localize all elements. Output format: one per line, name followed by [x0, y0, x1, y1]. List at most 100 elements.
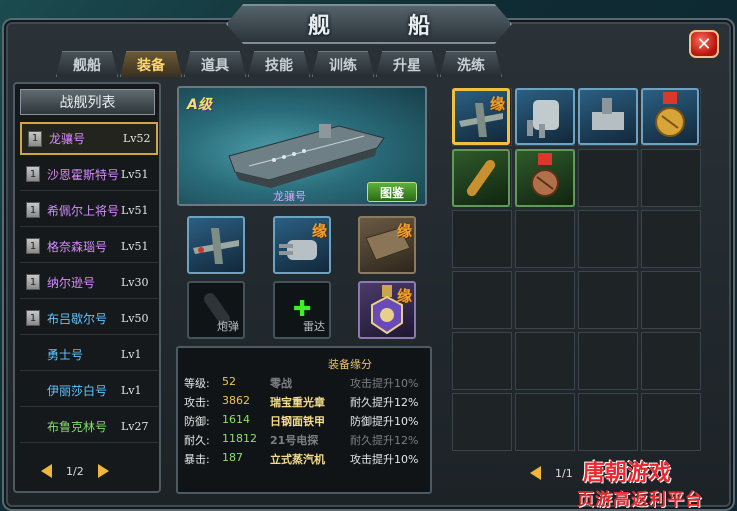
close-button[interactable]: ✕: [689, 30, 719, 58]
inventory-page-indicator: 1/1: [555, 466, 573, 480]
fleet-list-item[interactable]: 1 龙骧号 Lv52: [20, 122, 158, 155]
ship-rank-badge: 1: [26, 202, 40, 218]
tab-training[interactable]: 训练: [312, 51, 374, 77]
inventory-slot[interactable]: [578, 393, 638, 451]
inventory-pager-controls: 1/1: [530, 466, 573, 480]
next-page-arrow-icon[interactable]: [97, 464, 109, 478]
bullet-icon: [466, 159, 496, 197]
watermark-logo: 唐朝游戏 页游高返利平台: [577, 455, 735, 510]
tab-equipment[interactable]: 装备: [120, 51, 182, 77]
inventory-slot[interactable]: [452, 271, 512, 329]
tab-bar: 舰船 装备 道具 技能 训练 升星 洗练: [56, 51, 502, 77]
stat-label: 暴击:: [184, 453, 210, 466]
set-bonus-row: 立式蒸汽机 攻击提升10%: [270, 451, 418, 467]
set-bonus-name: 瑞宝重光章: [270, 396, 325, 409]
inventory-slot[interactable]: [578, 332, 638, 390]
inventory-slot[interactable]: [515, 210, 575, 268]
inventory-slot[interactable]: [578, 210, 638, 268]
equip-slot-radar[interactable]: ✚ 雷达: [273, 281, 331, 339]
set-bonus-effect: 防御提升10%: [350, 415, 419, 428]
ship-level: Lv1: [121, 347, 142, 361]
ship-level: Lv27: [121, 419, 149, 433]
inventory-item-engine[interactable]: [578, 88, 638, 145]
inventory-item-medal-bronze[interactable]: [515, 149, 575, 207]
tab-items[interactable]: 道具: [184, 51, 246, 77]
ship-name: 布鲁克林号: [47, 419, 108, 434]
set-bonus-effect: 耐久提升12%: [350, 434, 419, 447]
ship-level: Lv51: [121, 167, 149, 181]
set-bonus-effect: 攻击提升10%: [350, 453, 419, 466]
inventory-slot[interactable]: [641, 210, 701, 268]
prev-page-arrow-icon[interactable]: [41, 464, 52, 478]
window-title: 舰 船: [307, 14, 458, 39]
fleet-list-item[interactable]: 1 希佩尔上将号 Lv51: [20, 194, 158, 227]
stat-label: 防御:: [184, 415, 210, 428]
gun-turret-icon: [527, 100, 559, 138]
inventory-slot[interactable]: [452, 332, 512, 390]
set-bonus-row: 21号电探 耐久提升12%: [270, 432, 418, 448]
set-bonus-effect: 攻击提升10%: [350, 377, 419, 390]
fleet-list-item[interactable]: 1 纳尔逊号 Lv30: [20, 266, 158, 299]
equip-slot-turret[interactable]: 缘: [273, 216, 331, 274]
inventory-slot[interactable]: [515, 393, 575, 451]
ship-rank-badge: 1: [26, 238, 40, 254]
inventory-grid: 缘: [450, 86, 730, 456]
stat-row: 暴击: 187: [184, 451, 243, 467]
inventory-slot[interactable]: [515, 332, 575, 390]
fleet-list-item[interactable]: 伊丽莎白号 Lv1: [20, 374, 158, 407]
ship-rank-badge: 1: [28, 130, 42, 147]
ship-stats-panel: 等级: 52 攻击: 3862 防御: 1614 耐久: 11812 暴击: 187 装备缘分 零…: [176, 346, 432, 494]
stat-row: 耐久: 11812: [184, 432, 257, 448]
stat-value: 11812: [222, 432, 257, 445]
equip-slot-armor[interactable]: 缘: [358, 216, 416, 274]
inventory-slot[interactable]: [578, 271, 638, 329]
inventory-slot[interactable]: [578, 149, 638, 207]
inventory-prev-arrow-icon[interactable]: [530, 466, 541, 480]
tab-refine[interactable]: 洗练: [440, 51, 502, 77]
ship-name: 布吕歇尔号: [47, 311, 108, 326]
fleet-list-item[interactable]: 布鲁克林号 Lv27: [20, 410, 158, 443]
fleet-list-panel: 战舰列表 1 龙骧号 Lv52 1 沙恩霍斯特号 Lv51 1 希佩尔上将号 Lv51 1 格奈森瑙…: [13, 82, 161, 493]
tab-skills[interactable]: 技能: [248, 51, 310, 77]
inventory-item-plane[interactable]: 缘: [452, 88, 510, 145]
ship-level: Lv51: [121, 239, 149, 253]
equip-slot-shell[interactable]: 炮弹: [187, 281, 245, 339]
inventory-slot[interactable]: [641, 332, 701, 390]
gold-medal-icon: [655, 92, 685, 137]
inventory-slot[interactable]: [641, 271, 701, 329]
set-bonus-row: 瑞宝重光章 耐久提升12%: [270, 394, 418, 410]
set-bonus-name: 21号电探: [270, 434, 319, 447]
fleet-list-item[interactable]: 1 沙恩霍斯特号 Lv51: [20, 158, 158, 191]
stat-label: 耐久:: [184, 434, 210, 447]
set-bonus-name: 零战: [270, 377, 292, 390]
fleet-page-indicator: 1/2: [66, 464, 84, 478]
equip-slot-plane[interactable]: [187, 216, 245, 274]
set-bonus-name: 立式蒸汽机: [270, 453, 325, 466]
stat-value: 1614: [222, 413, 250, 426]
set-bonus-title: 装备缘分: [328, 358, 372, 371]
inventory-slot[interactable]: [515, 271, 575, 329]
tab-star-up[interactable]: 升星: [376, 51, 438, 77]
tab-ship[interactable]: 舰船: [56, 51, 118, 77]
fleet-list-header: 战舰列表: [20, 89, 155, 115]
ship-name: 希佩尔上将号: [47, 203, 120, 218]
set-bonus-effect: 耐久提升12%: [350, 396, 419, 409]
equip-slot-medal[interactable]: 缘: [358, 281, 416, 339]
inventory-slot[interactable]: [641, 149, 701, 207]
fleet-pager: 1/2: [41, 464, 109, 478]
inventory-item-medal-gold[interactable]: [641, 88, 699, 145]
radar-slot-label: 雷达: [303, 320, 325, 333]
inventory-slot[interactable]: [452, 210, 512, 268]
tujian-button[interactable]: 图鉴: [367, 182, 417, 202]
steam-engine-icon: [592, 98, 624, 130]
fleet-list-item[interactable]: 1 布吕歇尔号 Lv50: [20, 302, 158, 335]
inventory-item-turret[interactable]: [515, 88, 575, 145]
inventory-slot[interactable]: [452, 393, 512, 451]
fleet-list-item[interactable]: 勇士号 Lv1: [20, 338, 158, 371]
game-screen: 舰 船 ✕ 舰船 装备 道具 技能 训练 升星 洗练 战舰列表 1 龙骧号 Lv52…: [0, 0, 737, 511]
fleet-list-item[interactable]: 1 格奈森瑙号 Lv51: [20, 230, 158, 263]
inventory-slot[interactable]: [641, 393, 701, 451]
bronze-medal-icon: [531, 153, 559, 197]
inventory-item-bullet[interactable]: [452, 149, 510, 207]
preview-ship-name: 龙骧号: [273, 190, 306, 203]
